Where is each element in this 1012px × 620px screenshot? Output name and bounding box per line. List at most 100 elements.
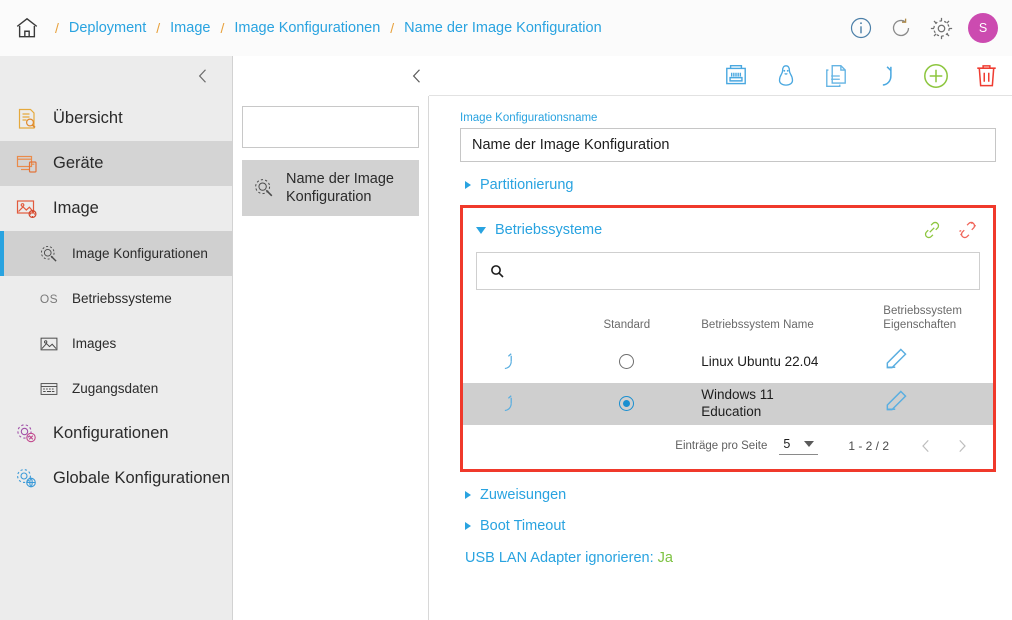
- pagination: Einträge pro Seite 5 1 - 2 / 2: [463, 425, 993, 469]
- per-page-value: 5: [783, 436, 791, 451]
- duplicate-icon[interactable]: [822, 62, 850, 90]
- breadcrumb-separator: /: [220, 20, 225, 36]
- os-icon: OS: [39, 291, 59, 306]
- sidebar-item-label: Geräte: [53, 154, 104, 172]
- undo-icon[interactable]: [872, 62, 900, 90]
- next-page-button[interactable]: [951, 435, 973, 457]
- gear-icon[interactable]: [928, 15, 954, 41]
- os-search-input[interactable]: [515, 263, 967, 279]
- usb-lan-adapter-row: USB LAN Adapter ignorieren: Ja: [460, 534, 996, 566]
- link-icon[interactable]: [920, 218, 944, 242]
- list-item[interactable]: Name der Image Konfiguration: [242, 160, 419, 216]
- sidebar-item-label: Übersicht: [53, 109, 123, 127]
- image-icon: [14, 196, 40, 222]
- sidebar-item-images[interactable]: Images: [0, 321, 232, 366]
- sidebar-item-label: Betriebssysteme: [72, 291, 172, 306]
- chevron-down-icon: [476, 226, 486, 234]
- pencil-icon[interactable]: [883, 388, 909, 414]
- overview-icon: [14, 106, 40, 132]
- unlink-icon[interactable]: [956, 218, 980, 242]
- standard-radio[interactable]: [619, 354, 635, 370]
- main-body: Image Konfigurationsname Name der Image …: [429, 96, 1012, 566]
- restore-icon[interactable]: [463, 393, 552, 415]
- row-standard-cell: [552, 341, 701, 383]
- top-bar: / Deployment / Image / Image Konfigurati…: [0, 0, 1012, 56]
- pencil-icon[interactable]: [883, 346, 909, 372]
- betriebssysteme-panel: Betriebssysteme Standard Betriebssystem …: [460, 205, 996, 472]
- sidebar-item-zugangsdaten[interactable]: Zugangsdaten: [0, 366, 232, 411]
- table-row[interactable]: Linux Ubuntu 22.04: [463, 341, 993, 383]
- linux-penguin-icon[interactable]: [772, 62, 800, 90]
- main-content: Image Konfigurationsname Name der Image …: [412, 56, 1012, 620]
- os-name: Linux Ubuntu 22.04: [701, 353, 819, 369]
- picture-icon: [38, 333, 60, 355]
- avatar[interactable]: S: [968, 13, 998, 43]
- delete-trash-icon[interactable]: [972, 62, 1000, 90]
- top-bar-actions: S: [848, 13, 998, 43]
- sidebar-item-image[interactable]: Image: [0, 186, 232, 231]
- sidebar-item-label: Image Konfigurationen: [72, 246, 208, 261]
- restore-icon[interactable]: [463, 351, 552, 373]
- sidebar-collapse-row: [0, 56, 232, 96]
- section-partitionierung[interactable]: Partitionierung: [460, 162, 996, 193]
- breadcrumb-item-image[interactable]: Image: [165, 20, 215, 36]
- config-list-search-input[interactable]: [261, 119, 437, 135]
- credentials-icon: [38, 378, 60, 400]
- main-toolbar-actions: [722, 62, 1000, 90]
- os-name: Windows 11 Education: [701, 387, 774, 420]
- chevron-left-icon[interactable]: [190, 63, 216, 89]
- breadcrumb-separator: /: [156, 20, 161, 36]
- betriebssysteme-header[interactable]: Betriebssysteme: [463, 208, 993, 250]
- page-range: 1 - 2 / 2: [848, 438, 889, 453]
- table-header-row: Standard Betriebssystem Name Betriebssys…: [463, 304, 993, 341]
- pagination-nav: [915, 435, 973, 457]
- row-name-cell: Linux Ubuntu 22.04: [701, 341, 875, 383]
- column-header-standard: Standard: [603, 319, 651, 332]
- info-icon[interactable]: [848, 15, 874, 41]
- row-name-cell: Windows 11 Education: [701, 383, 875, 425]
- sidebar-item-label: Images: [72, 336, 117, 351]
- image-config-name-field: Image Konfigurationsname Name der Image …: [460, 112, 996, 162]
- per-page-label: Einträge pro Seite: [675, 439, 768, 452]
- row-reset-cell: [463, 341, 552, 383]
- section-zuweisungen[interactable]: Zuweisungen: [460, 472, 996, 503]
- usb-lan-adapter-label: USB LAN Adapter ignorieren:: [465, 549, 654, 566]
- breadcrumb-item-deployment[interactable]: Deployment: [64, 20, 151, 36]
- sidebar-item-globale-konfigurationen[interactable]: Globale Konfigurationen: [0, 456, 232, 501]
- column-header-name: Betriebssystem Name: [701, 319, 814, 332]
- lan-port-icon[interactable]: [722, 62, 750, 90]
- section-boot-timeout[interactable]: Boot Timeout: [460, 503, 996, 534]
- sidebar-item-uebersicht[interactable]: Übersicht: [0, 96, 232, 141]
- row-properties-cell: [875, 383, 993, 425]
- standard-radio[interactable]: [619, 396, 635, 412]
- chevron-right-icon: [465, 521, 471, 530]
- chevron-down-icon: [804, 440, 815, 447]
- breadcrumb-item-image-konfigurationen[interactable]: Image Konfigurationen: [229, 20, 385, 36]
- breadcrumb: / Deployment / Image / Image Konfigurati…: [50, 20, 607, 36]
- column-header-properties: Betriebssystem Eigenschaften: [883, 305, 962, 332]
- sidebar-item-betriebssysteme[interactable]: OS Betriebssysteme: [0, 276, 232, 321]
- section-label: Zuweisungen: [480, 486, 567, 503]
- sidebar-item-label: Globale Konfigurationen: [53, 469, 231, 487]
- sidebar-item-geraete[interactable]: Geräte: [0, 141, 232, 186]
- config-list-search[interactable]: [242, 106, 437, 148]
- sidebar-item-konfigurationen[interactable]: Konfigurationen: [0, 411, 232, 456]
- home-icon[interactable]: [10, 11, 44, 45]
- image-config-name-input[interactable]: Name der Image Konfiguration: [460, 128, 996, 162]
- section-label: Partitionierung: [480, 177, 574, 193]
- config-list-panel: Name der Image Konfiguration: [233, 96, 437, 620]
- per-page-select[interactable]: 5: [779, 436, 819, 455]
- section-label: Betriebssysteme: [495, 222, 603, 238]
- os-search[interactable]: [476, 252, 980, 290]
- sidebar-item-image-konfigurationen[interactable]: Image Konfigurationen: [0, 231, 232, 276]
- add-circle-icon[interactable]: [922, 62, 950, 90]
- breadcrumb-item-current[interactable]: Name der Image Konfiguration: [399, 20, 606, 36]
- section-label: Boot Timeout: [480, 517, 566, 534]
- back-button[interactable]: [400, 59, 434, 93]
- image-config-icon: [252, 176, 276, 200]
- breadcrumb-separator: /: [55, 20, 59, 36]
- refresh-icon[interactable]: [888, 15, 914, 41]
- main-toolbar: [412, 56, 1012, 96]
- prev-page-button[interactable]: [915, 435, 937, 457]
- table-row[interactable]: Windows 11 Education: [463, 382, 993, 425]
